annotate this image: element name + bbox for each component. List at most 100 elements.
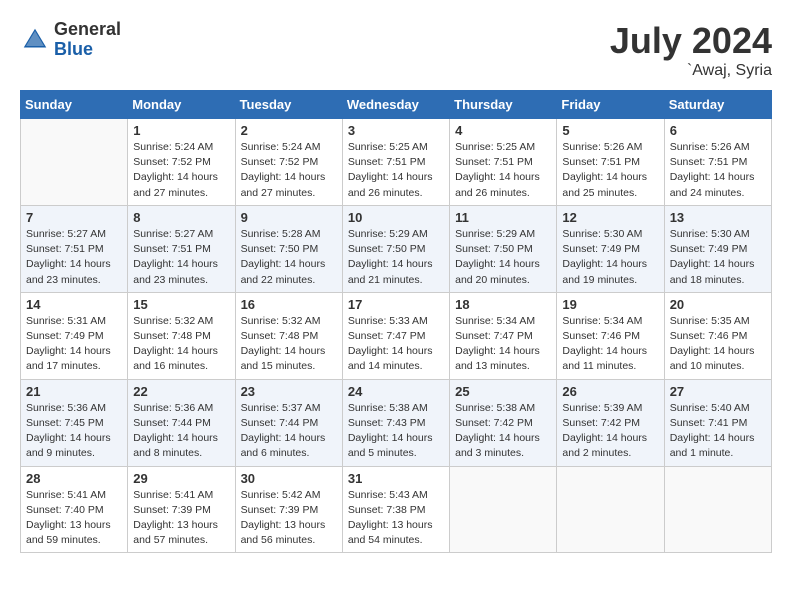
day-info: Sunrise: 5:42 AM Sunset: 7:39 PM Dayligh… — [241, 488, 337, 549]
title-block: July 2024 `Awaj, Syria — [610, 20, 772, 80]
table-row: 21 Sunrise: 5:36 AM Sunset: 7:45 PM Dayli… — [21, 379, 128, 466]
logo-general: General — [54, 20, 121, 40]
day-number: 8 — [133, 210, 229, 225]
day-info: Sunrise: 5:40 AM Sunset: 7:41 PM Dayligh… — [670, 401, 766, 462]
day-number: 10 — [348, 210, 444, 225]
table-row: 13 Sunrise: 5:30 AM Sunset: 7:49 PM Dayli… — [664, 205, 771, 292]
day-info: Sunrise: 5:24 AM Sunset: 7:52 PM Dayligh… — [133, 140, 229, 201]
day-info: Sunrise: 5:27 AM Sunset: 7:51 PM Dayligh… — [133, 227, 229, 288]
day-info: Sunrise: 5:28 AM Sunset: 7:50 PM Dayligh… — [241, 227, 337, 288]
day-info: Sunrise: 5:31 AM Sunset: 7:49 PM Dayligh… — [26, 314, 122, 375]
day-info: Sunrise: 5:25 AM Sunset: 7:51 PM Dayligh… — [455, 140, 551, 201]
table-row: 15Sunrise: 5:32 AM Sunset: 7:48 PM Dayli… — [128, 292, 235, 379]
day-number: 21 — [26, 384, 122, 399]
day-info: Sunrise: 5:29 AM Sunset: 7:50 PM Dayligh… — [348, 227, 444, 288]
day-number: 13 — [670, 210, 766, 225]
day-number: 29 — [133, 471, 229, 486]
calendar-body: 1 Sunrise: 5:24 AM Sunset: 7:52 PM Daylig… — [21, 119, 772, 553]
table-row: 14Sunrise: 5:31 AM Sunset: 7:49 PM Dayli… — [21, 292, 128, 379]
day-info: Sunrise: 5:38 AM Sunset: 7:42 PM Dayligh… — [455, 401, 551, 462]
day-number: 1 — [133, 123, 229, 138]
day-info: Sunrise: 5:24 AM Sunset: 7:52 PM Dayligh… — [241, 140, 337, 201]
day-info: Sunrise: 5:37 AM Sunset: 7:44 PM Dayligh… — [241, 401, 337, 462]
table-row: 17Sunrise: 5:33 AM Sunset: 7:47 PM Dayli… — [342, 292, 449, 379]
day-number: 3 — [348, 123, 444, 138]
table-row: 22 Sunrise: 5:36 AM Sunset: 7:44 PM Dayli… — [128, 379, 235, 466]
header-tuesday: Tuesday — [235, 91, 342, 119]
day-number: 31 — [348, 471, 444, 486]
table-row: 24 Sunrise: 5:38 AM Sunset: 7:43 PM Dayli… — [342, 379, 449, 466]
table-row: 10 Sunrise: 5:29 AM Sunset: 7:50 PM Dayli… — [342, 205, 449, 292]
day-number: 22 — [133, 384, 229, 399]
day-info: Sunrise: 5:26 AM Sunset: 7:51 PM Dayligh… — [670, 140, 766, 201]
day-number: 18 — [455, 297, 551, 312]
table-row — [450, 466, 557, 553]
table-row: 19 Sunrise: 5:34 AM Sunset: 7:46 PM Dayli… — [557, 292, 664, 379]
day-info: Sunrise: 5:34 AM Sunset: 7:46 PM Dayligh… — [562, 314, 658, 375]
logo-blue: Blue — [54, 40, 121, 60]
header-friday: Friday — [557, 91, 664, 119]
table-row: 12Sunrise: 5:30 AM Sunset: 7:49 PM Dayli… — [557, 205, 664, 292]
day-number: 24 — [348, 384, 444, 399]
header-saturday: Saturday — [664, 91, 771, 119]
table-row: 9 Sunrise: 5:28 AM Sunset: 7:50 PM Daylig… — [235, 205, 342, 292]
day-info: Sunrise: 5:41 AM Sunset: 7:40 PM Dayligh… — [26, 488, 122, 549]
table-row: 31 Sunrise: 5:43 AM Sunset: 7:38 PM Dayli… — [342, 466, 449, 553]
table-row: 28 Sunrise: 5:41 AM Sunset: 7:40 PM Dayli… — [21, 466, 128, 553]
calendar-week-row: 14Sunrise: 5:31 AM Sunset: 7:49 PM Dayli… — [21, 292, 772, 379]
day-number: 4 — [455, 123, 551, 138]
day-number: 20 — [670, 297, 766, 312]
day-number: 11 — [455, 210, 551, 225]
table-row: 29 Sunrise: 5:41 AM Sunset: 7:39 PM Dayli… — [128, 466, 235, 553]
calendar-table: SundayMondayTuesdayWednesdayThursdayFrid… — [20, 90, 772, 553]
day-info: Sunrise: 5:36 AM Sunset: 7:45 PM Dayligh… — [26, 401, 122, 462]
calendar-header: SundayMondayTuesdayWednesdayThursdayFrid… — [21, 91, 772, 119]
table-row: 11 Sunrise: 5:29 AM Sunset: 7:50 PM Dayli… — [450, 205, 557, 292]
table-row: 27Sunrise: 5:40 AM Sunset: 7:41 PM Dayli… — [664, 379, 771, 466]
table-row: 1 Sunrise: 5:24 AM Sunset: 7:52 PM Daylig… — [128, 119, 235, 206]
header-wednesday: Wednesday — [342, 91, 449, 119]
logo-icon — [20, 25, 50, 55]
day-number: 17 — [348, 297, 444, 312]
day-number: 28 — [26, 471, 122, 486]
table-row: 7 Sunrise: 5:27 AM Sunset: 7:51 PM Daylig… — [21, 205, 128, 292]
day-number: 12 — [562, 210, 658, 225]
day-number: 30 — [241, 471, 337, 486]
day-info: Sunrise: 5:29 AM Sunset: 7:50 PM Dayligh… — [455, 227, 551, 288]
day-info: Sunrise: 5:43 AM Sunset: 7:38 PM Dayligh… — [348, 488, 444, 549]
day-info: Sunrise: 5:30 AM Sunset: 7:49 PM Dayligh… — [670, 227, 766, 288]
day-info: Sunrise: 5:36 AM Sunset: 7:44 PM Dayligh… — [133, 401, 229, 462]
day-info: Sunrise: 5:38 AM Sunset: 7:43 PM Dayligh… — [348, 401, 444, 462]
day-number: 23 — [241, 384, 337, 399]
day-number: 2 — [241, 123, 337, 138]
day-number: 19 — [562, 297, 658, 312]
table-row: 23 Sunrise: 5:37 AM Sunset: 7:44 PM Dayli… — [235, 379, 342, 466]
day-info: Sunrise: 5:41 AM Sunset: 7:39 PM Dayligh… — [133, 488, 229, 549]
table-row: 3Sunrise: 5:25 AM Sunset: 7:51 PM Daylig… — [342, 119, 449, 206]
table-row: 5Sunrise: 5:26 AM Sunset: 7:51 PM Daylig… — [557, 119, 664, 206]
day-number: 25 — [455, 384, 551, 399]
day-info: Sunrise: 5:39 AM Sunset: 7:42 PM Dayligh… — [562, 401, 658, 462]
day-info: Sunrise: 5:34 AM Sunset: 7:47 PM Dayligh… — [455, 314, 551, 375]
table-row: 8 Sunrise: 5:27 AM Sunset: 7:51 PM Daylig… — [128, 205, 235, 292]
table-row — [664, 466, 771, 553]
day-number: 15 — [133, 297, 229, 312]
logo-text: General Blue — [54, 20, 121, 60]
table-row — [21, 119, 128, 206]
day-info: Sunrise: 5:26 AM Sunset: 7:51 PM Dayligh… — [562, 140, 658, 201]
header-thursday: Thursday — [450, 91, 557, 119]
table-row: 30 Sunrise: 5:42 AM Sunset: 7:39 PM Dayli… — [235, 466, 342, 553]
table-row: 6 Sunrise: 5:26 AM Sunset: 7:51 PM Daylig… — [664, 119, 771, 206]
table-row: 18 Sunrise: 5:34 AM Sunset: 7:47 PM Dayli… — [450, 292, 557, 379]
day-number: 26 — [562, 384, 658, 399]
day-number: 9 — [241, 210, 337, 225]
title-month: July 2024 — [610, 20, 772, 62]
day-info: Sunrise: 5:27 AM Sunset: 7:51 PM Dayligh… — [26, 227, 122, 288]
calendar-week-row: 21 Sunrise: 5:36 AM Sunset: 7:45 PM Dayli… — [21, 379, 772, 466]
day-number: 16 — [241, 297, 337, 312]
logo: General Blue — [20, 20, 121, 60]
table-row: 16Sunrise: 5:32 AM Sunset: 7:48 PM Dayli… — [235, 292, 342, 379]
day-number: 6 — [670, 123, 766, 138]
day-number: 7 — [26, 210, 122, 225]
header-sunday: Sunday — [21, 91, 128, 119]
